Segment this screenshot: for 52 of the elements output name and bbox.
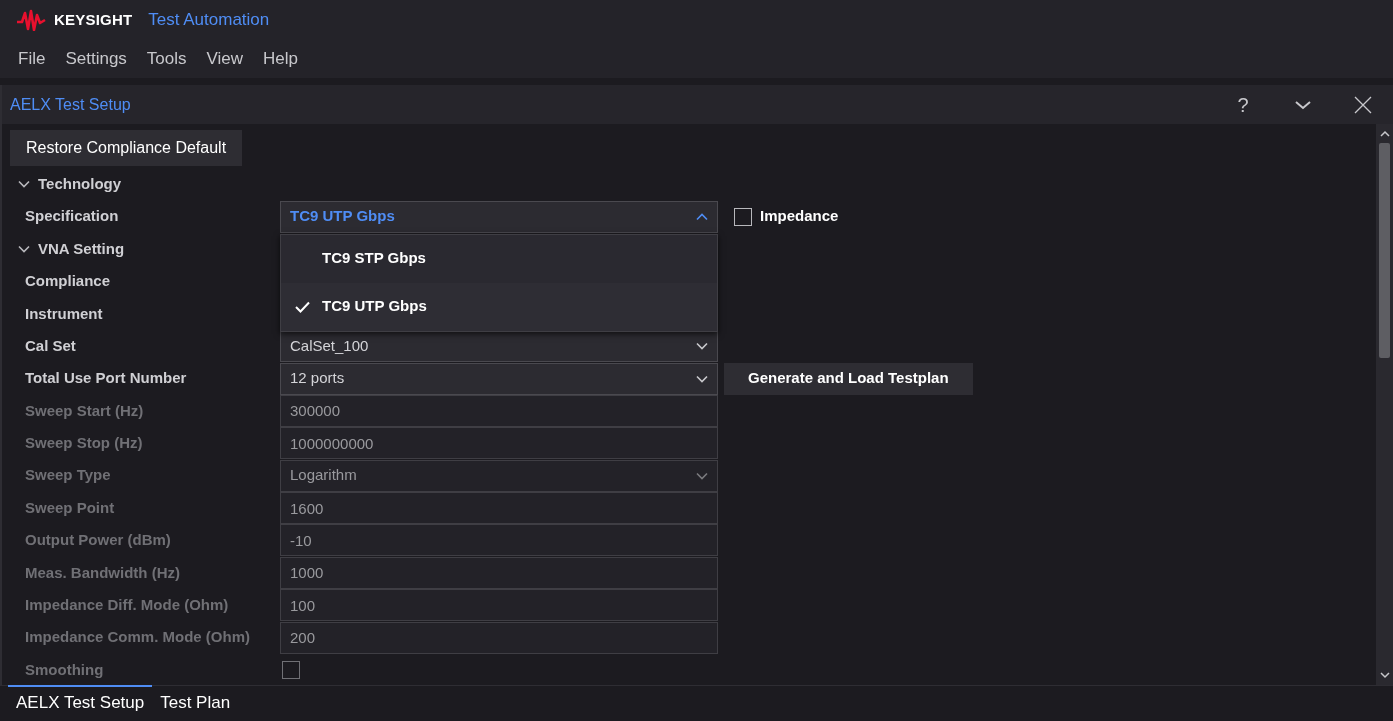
restore-default-button[interactable]: Restore Compliance Default <box>10 130 243 166</box>
menu-item[interactable]: View <box>196 46 254 72</box>
scrollbar-thumb[interactable] <box>1379 143 1390 358</box>
scroll-down-icon <box>1379 672 1390 679</box>
menu-item[interactable]: Settings <box>55 46 137 72</box>
chevron-down-icon <box>696 342 708 351</box>
field-label: Total Use Port Number <box>24 368 188 389</box>
dropdown-option[interactable]: TC9 UTP Gbps <box>281 282 717 331</box>
chevron-up-icon <box>696 212 708 221</box>
chevron-down-icon <box>696 374 708 383</box>
dropdown-option[interactable]: TC9 STP Gbps <box>281 234 717 283</box>
field-label: Impedance Comm. Mode (Ohm) <box>24 627 252 648</box>
chevron-down-icon <box>18 244 30 253</box>
section-header[interactable]: VNA Setting <box>2 236 131 262</box>
waveform-logo-icon <box>16 9 46 31</box>
field-label: Smoothing <box>24 659 105 680</box>
checkbox-label: Impedance <box>760 206 839 227</box>
dropdown[interactable]: 12 ports <box>280 362 718 395</box>
field-label: Sweep Stop (Hz) <box>24 433 144 454</box>
app-title: Test Automation <box>148 9 270 32</box>
field-label: Sweep Start (Hz) <box>24 400 145 421</box>
generate-testplan-button[interactable]: Generate and Load Testplan <box>724 362 973 395</box>
dropdown[interactable]: CalSet_100 <box>280 330 718 363</box>
chevron-down-icon <box>18 180 30 189</box>
section-header[interactable]: Technology <box>2 171 128 197</box>
panel-title: AELX Test Setup <box>9 94 132 115</box>
check-icon <box>295 300 310 313</box>
chevron-down-icon <box>696 471 708 480</box>
checkbox[interactable] <box>734 207 752 226</box>
close-icon <box>1354 95 1372 114</box>
field-label: Instrument <box>24 303 104 324</box>
field-label: Sweep Type <box>24 465 112 486</box>
tab[interactable]: AELX Test Setup <box>8 685 153 719</box>
dropdown[interactable]: TC9 UTP Gbps <box>280 200 718 233</box>
tab[interactable]: Test Plan <box>152 685 239 719</box>
field-label: Specification <box>24 206 120 227</box>
menu-item[interactable]: File <box>8 46 56 72</box>
section-label: VNA Setting <box>38 238 125 259</box>
chevron-down-icon <box>1295 99 1311 110</box>
scroll-up-icon <box>1379 130 1390 137</box>
section-label: Technology <box>38 173 122 194</box>
field-label: Meas. Bandwidth (Hz) <box>24 562 181 583</box>
field-label: Impedance Diff. Mode (Ohm) <box>24 595 230 615</box>
scrollbar[interactable] <box>1376 124 1393 685</box>
field-label: Cal Set <box>24 335 77 356</box>
menu-item[interactable]: Help <box>253 46 309 72</box>
menu-item[interactable]: Tools <box>136 46 197 72</box>
help-button[interactable]: ? <box>1213 85 1273 124</box>
field-label: Output Power (dBm) <box>24 530 172 551</box>
brand-name: KEYSIGHT <box>54 9 133 30</box>
field-label: Compliance <box>24 271 112 292</box>
field-label: Sweep Point <box>24 497 116 518</box>
